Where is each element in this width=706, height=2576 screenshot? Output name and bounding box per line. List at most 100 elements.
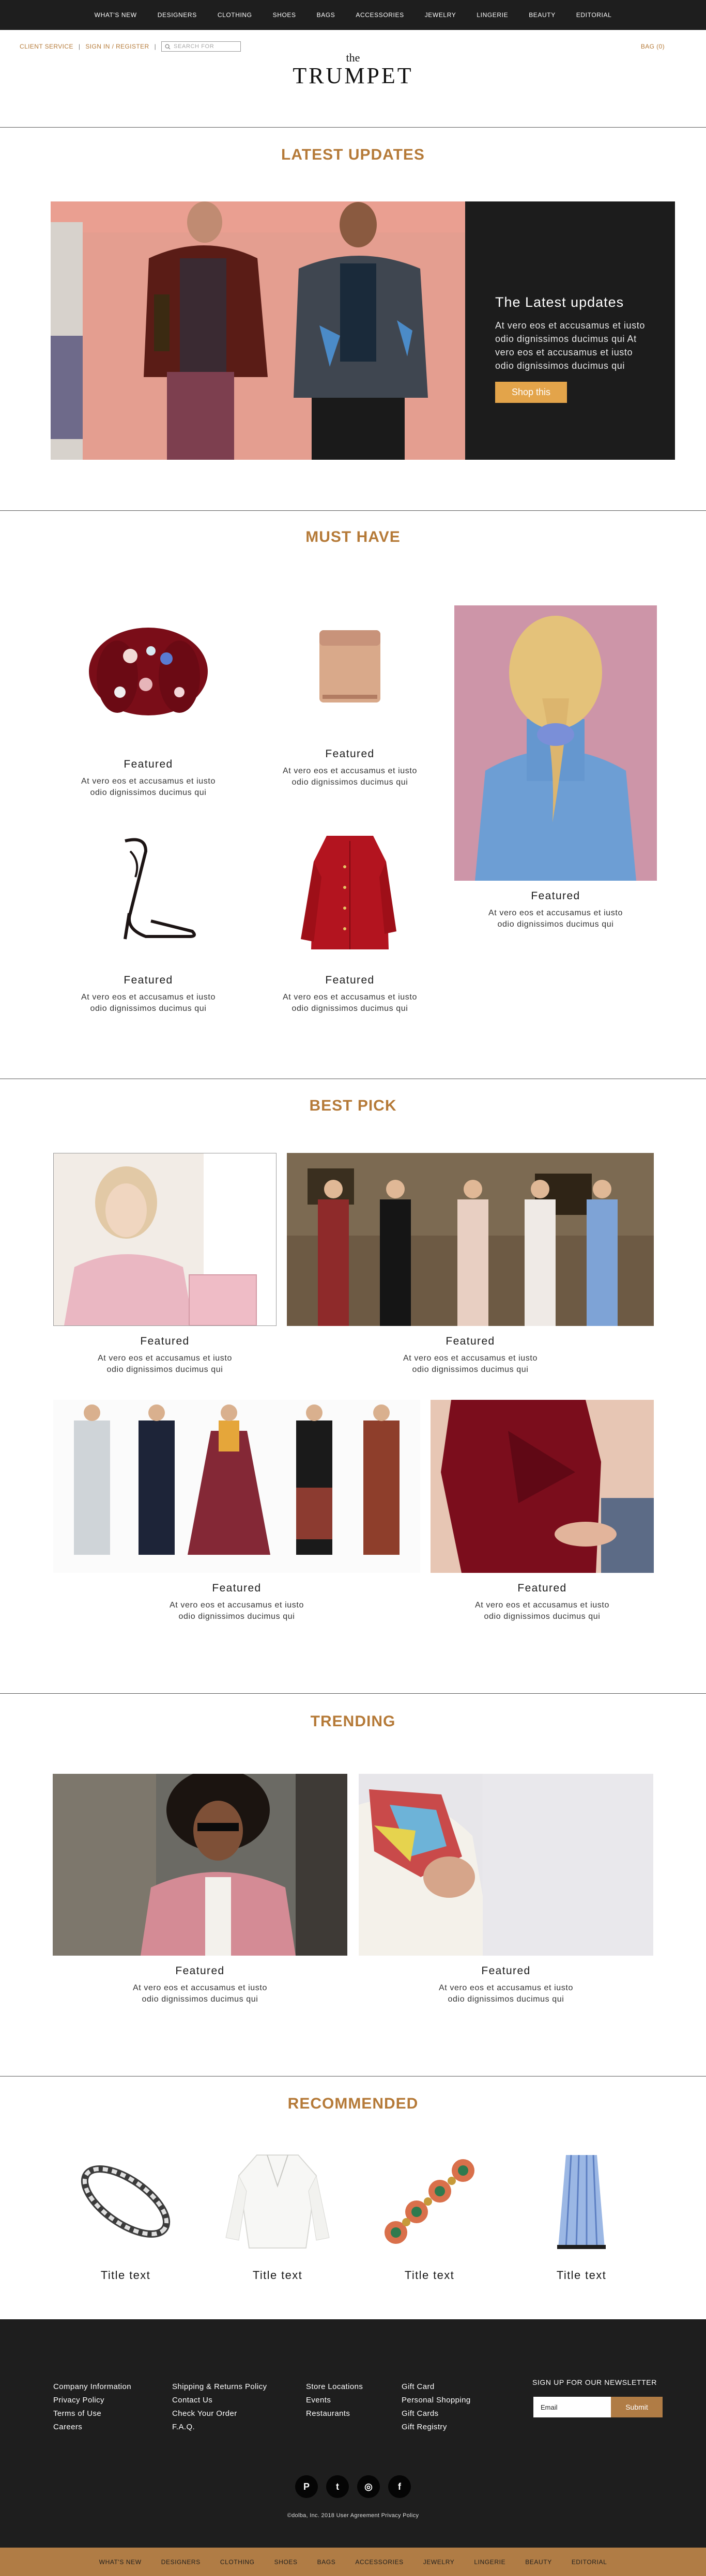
product-title: Title text xyxy=(252,2269,303,2282)
product-image xyxy=(454,605,657,881)
product-image xyxy=(359,1774,653,1956)
product-card[interactable]: Featured At vero eos et accusamus et ius… xyxy=(270,594,430,788)
footer-nav-item[interactable]: DESIGNERS xyxy=(151,2558,210,2566)
email-field[interactable] xyxy=(533,2397,611,2417)
footer-link[interactable]: Events xyxy=(306,2394,363,2407)
nav-item[interactable]: DESIGNERS xyxy=(147,11,207,19)
footer-nav-item[interactable]: BAGS xyxy=(308,2558,346,2566)
footer-nav-item[interactable]: EDITORIAL xyxy=(562,2558,617,2566)
footer-link[interactable]: Gift Registry xyxy=(402,2421,471,2434)
latest-updates-title: LATEST UPDATES xyxy=(281,146,425,163)
nav-item[interactable]: WHAT'S NEW xyxy=(84,11,147,19)
nav-item[interactable]: JEWELRY xyxy=(415,11,467,19)
product-image xyxy=(68,820,228,965)
hero-image[interactable] xyxy=(51,201,465,460)
product-card[interactable]: Featured At vero eos et accusamus et ius… xyxy=(431,1400,654,1622)
footer-link[interactable]: Company Information xyxy=(53,2380,131,2394)
client-service-link[interactable]: CLIENT SERVICE xyxy=(20,43,73,50)
recommended-card[interactable]: Title text xyxy=(61,2150,190,2282)
submit-button[interactable]: Submit xyxy=(611,2397,663,2417)
footer-link[interactable]: Check Your Order xyxy=(172,2407,267,2421)
product-description: At vero eos et accusamus et iusto odio d… xyxy=(81,993,216,1013)
product-card[interactable]: Featured At vero eos et accusamus et ius… xyxy=(53,1774,347,2005)
product-image xyxy=(270,820,430,965)
footer-link[interactable]: F.A.Q. xyxy=(172,2421,267,2434)
nav-item[interactable]: ACCESSORIES xyxy=(345,11,414,19)
recommended-card[interactable]: Title text xyxy=(213,2150,342,2282)
product-image xyxy=(61,2150,190,2253)
product-card[interactable]: Featured At vero eos et accusamus et ius… xyxy=(270,820,430,1014)
latest-hero: The Latest updates At vero eos et accusa… xyxy=(51,201,675,460)
hero-text: At vero eos et accusamus et iusto odio d… xyxy=(495,320,645,371)
footer-nav-item[interactable]: ACCESSORIES xyxy=(345,2558,413,2566)
divider xyxy=(0,510,706,511)
utility-bar: CLIENT SERVICE | SIGN IN / REGISTER | xyxy=(20,41,241,52)
divider xyxy=(0,2076,706,2077)
nav-item[interactable]: EDITORIAL xyxy=(566,11,622,19)
site-logo[interactable]: the TRUMPET xyxy=(0,52,706,88)
footer-column-1: Company Information Privacy Policy Terms o… xyxy=(53,2380,131,2434)
recommended-card[interactable]: Title text xyxy=(517,2150,646,2282)
hero-photo xyxy=(51,201,465,460)
recommended-card[interactable]: Title text xyxy=(365,2150,494,2282)
footer-nav-item[interactable]: SHOES xyxy=(265,2558,308,2566)
pinterest-icon[interactable]: P xyxy=(295,2475,318,2498)
instagram-icon[interactable]: ◎ xyxy=(357,2475,380,2498)
footer-link[interactable]: Personal Shopping xyxy=(402,2394,471,2407)
copyright: ©dolba, Inc. 2018 User Agreement Privacy… xyxy=(287,2512,419,2519)
twitter-icon[interactable]: t xyxy=(326,2475,349,2498)
product-title: Title text xyxy=(100,2269,151,2282)
nav-item[interactable]: BAGS xyxy=(306,11,346,19)
facebook-icon[interactable]: f xyxy=(388,2475,411,2498)
product-description: At vero eos et accusamus et iusto odio d… xyxy=(403,1354,538,1374)
nav-item[interactable]: LINGERIE xyxy=(466,11,518,19)
bottom-navigation: WHAT'S NEW DESIGNERS CLOTHING SHOES BAGS ACCE… xyxy=(0,2548,706,2576)
sign-in-link[interactable]: SIGN IN / REGISTER xyxy=(85,43,149,50)
footer-nav-item[interactable]: WHAT'S NEW xyxy=(89,2558,151,2566)
shop-this-button[interactable]: Shop this xyxy=(495,382,567,403)
footer-link[interactable]: Contact Us xyxy=(172,2394,267,2407)
footer-nav-item[interactable]: BEAUTY xyxy=(515,2558,562,2566)
footer-nav-item[interactable]: CLOTHING xyxy=(210,2558,265,2566)
product-title: Featured xyxy=(175,1965,225,1977)
footer-nav-item[interactable]: LINGERIE xyxy=(464,2558,515,2566)
product-image xyxy=(517,2150,646,2253)
footer-link[interactable]: Terms of Use xyxy=(53,2407,131,2421)
best-pick-title: BEST PICK xyxy=(309,1097,397,1114)
hero-heading: The Latest updates xyxy=(495,294,624,310)
footer-link[interactable]: Privacy Policy xyxy=(53,2394,131,2407)
product-card[interactable]: Featured At vero eos et accusamus et ius… xyxy=(53,1400,420,1622)
product-image xyxy=(53,1153,277,1326)
product-card[interactable]: Featured At vero eos et accusamus et ius… xyxy=(68,594,228,799)
footer-link[interactable]: Shipping & Returns Policy xyxy=(172,2380,267,2394)
bag-link[interactable]: BAG (0) xyxy=(641,43,665,50)
separator: | xyxy=(154,43,157,50)
nav-item[interactable]: BEAUTY xyxy=(518,11,566,19)
product-description: At vero eos et accusamus et iusto odio d… xyxy=(283,993,417,1013)
footer-link[interactable]: Careers xyxy=(53,2421,131,2434)
product-card[interactable]: Featured At vero eos et accusamus et ius… xyxy=(53,1153,277,1376)
product-card[interactable]: Featured At vero eos et accusamus et ius… xyxy=(68,820,228,1014)
footer-link[interactable]: Gift Cards xyxy=(402,2407,471,2421)
product-card[interactable]: Featured At vero eos et accusamus et ius… xyxy=(359,1774,653,2005)
product-title: Title text xyxy=(404,2269,455,2282)
product-description: At vero eos et accusamus et iusto odio d… xyxy=(488,909,623,929)
product-card[interactable]: Featured At vero eos et accusamus et ius… xyxy=(287,1153,654,1376)
nav-item[interactable]: SHOES xyxy=(263,11,306,19)
footer-link[interactable]: Restaurants xyxy=(306,2407,363,2421)
trending-title: TRENDING xyxy=(310,1713,396,1730)
footer-link[interactable]: Store Locations xyxy=(306,2380,363,2394)
product-image xyxy=(270,594,430,739)
nav-item[interactable]: CLOTHING xyxy=(207,11,263,19)
product-card[interactable]: Featured At vero eos et accusamus et ius… xyxy=(454,605,657,930)
footer-nav-item[interactable]: JEWELRY xyxy=(413,2558,465,2566)
product-description: At vero eos et accusamus et iusto odio d… xyxy=(81,777,216,797)
search-input[interactable] xyxy=(174,43,236,50)
footer-link[interactable]: Gift Card xyxy=(402,2380,471,2394)
newsletter-label: SIGN UP FOR OUR NEWSLETTER xyxy=(532,2378,657,2386)
recommended-title: RECOMMENDED xyxy=(287,2095,419,2112)
product-description: At vero eos et accusamus et iusto odio d… xyxy=(98,1354,232,1374)
product-description: At vero eos et accusamus et iusto odio d… xyxy=(170,1601,304,1621)
must-have-title: MUST HAVE xyxy=(305,528,401,545)
top-navigation: WHAT'S NEW DESIGNERS CLOTHING SHOES BAGS ACCE… xyxy=(0,0,706,30)
